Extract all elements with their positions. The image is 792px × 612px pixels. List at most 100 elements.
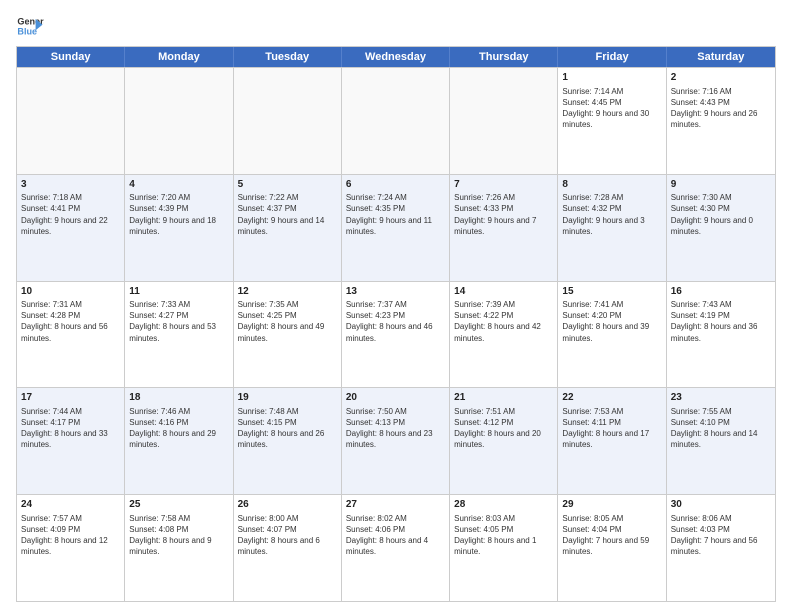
- calendar-row-1: 3Sunrise: 7:18 AM Sunset: 4:41 PM Daylig…: [17, 174, 775, 281]
- calendar-row-0: 1Sunrise: 7:14 AM Sunset: 4:45 PM Daylig…: [17, 67, 775, 174]
- day-cell-7: 7Sunrise: 7:26 AM Sunset: 4:33 PM Daylig…: [450, 175, 558, 281]
- day-cell-10: 10Sunrise: 7:31 AM Sunset: 4:28 PM Dayli…: [17, 282, 125, 388]
- calendar-row-4: 24Sunrise: 7:57 AM Sunset: 4:09 PM Dayli…: [17, 494, 775, 601]
- day-cell-21: 21Sunrise: 7:51 AM Sunset: 4:12 PM Dayli…: [450, 388, 558, 494]
- day-cell-25: 25Sunrise: 7:58 AM Sunset: 4:08 PM Dayli…: [125, 495, 233, 601]
- day-number: 2: [671, 71, 771, 85]
- day-cell-29: 29Sunrise: 8:05 AM Sunset: 4:04 PM Dayli…: [558, 495, 666, 601]
- day-info: Sunrise: 7:58 AM Sunset: 4:08 PM Dayligh…: [129, 513, 228, 558]
- day-number: 3: [21, 178, 120, 192]
- day-info: Sunrise: 7:22 AM Sunset: 4:37 PM Dayligh…: [238, 192, 337, 237]
- calendar: SundayMondayTuesdayWednesdayThursdayFrid…: [16, 46, 776, 602]
- day-info: Sunrise: 7:24 AM Sunset: 4:35 PM Dayligh…: [346, 192, 445, 237]
- header-cell-tuesday: Tuesday: [234, 47, 342, 67]
- day-cell-24: 24Sunrise: 7:57 AM Sunset: 4:09 PM Dayli…: [17, 495, 125, 601]
- day-info: Sunrise: 7:16 AM Sunset: 4:43 PM Dayligh…: [671, 86, 771, 131]
- day-number: 25: [129, 498, 228, 512]
- day-number: 26: [238, 498, 337, 512]
- day-number: 9: [671, 178, 771, 192]
- day-info: Sunrise: 7:57 AM Sunset: 4:09 PM Dayligh…: [21, 513, 120, 558]
- header-cell-friday: Friday: [558, 47, 666, 67]
- day-number: 20: [346, 391, 445, 405]
- day-cell-11: 11Sunrise: 7:33 AM Sunset: 4:27 PM Dayli…: [125, 282, 233, 388]
- day-info: Sunrise: 7:37 AM Sunset: 4:23 PM Dayligh…: [346, 299, 445, 344]
- day-info: Sunrise: 7:53 AM Sunset: 4:11 PM Dayligh…: [562, 406, 661, 451]
- day-info: Sunrise: 8:03 AM Sunset: 4:05 PM Dayligh…: [454, 513, 553, 558]
- header-cell-wednesday: Wednesday: [342, 47, 450, 67]
- day-info: Sunrise: 7:18 AM Sunset: 4:41 PM Dayligh…: [21, 192, 120, 237]
- page: General Blue SundayMondayTuesdayWednesda…: [0, 0, 792, 612]
- calendar-row-2: 10Sunrise: 7:31 AM Sunset: 4:28 PM Dayli…: [17, 281, 775, 388]
- day-info: Sunrise: 7:26 AM Sunset: 4:33 PM Dayligh…: [454, 192, 553, 237]
- day-cell-1: 1Sunrise: 7:14 AM Sunset: 4:45 PM Daylig…: [558, 68, 666, 174]
- empty-cell: [234, 68, 342, 174]
- calendar-body: 1Sunrise: 7:14 AM Sunset: 4:45 PM Daylig…: [17, 67, 775, 601]
- day-cell-8: 8Sunrise: 7:28 AM Sunset: 4:32 PM Daylig…: [558, 175, 666, 281]
- day-number: 16: [671, 285, 771, 299]
- day-cell-14: 14Sunrise: 7:39 AM Sunset: 4:22 PM Dayli…: [450, 282, 558, 388]
- day-cell-9: 9Sunrise: 7:30 AM Sunset: 4:30 PM Daylig…: [667, 175, 775, 281]
- day-number: 18: [129, 391, 228, 405]
- day-info: Sunrise: 8:05 AM Sunset: 4:04 PM Dayligh…: [562, 513, 661, 558]
- day-info: Sunrise: 7:44 AM Sunset: 4:17 PM Dayligh…: [21, 406, 120, 451]
- day-cell-30: 30Sunrise: 8:06 AM Sunset: 4:03 PM Dayli…: [667, 495, 775, 601]
- day-info: Sunrise: 7:50 AM Sunset: 4:13 PM Dayligh…: [346, 406, 445, 451]
- day-cell-15: 15Sunrise: 7:41 AM Sunset: 4:20 PM Dayli…: [558, 282, 666, 388]
- logo-icon: General Blue: [16, 12, 44, 40]
- day-cell-16: 16Sunrise: 7:43 AM Sunset: 4:19 PM Dayli…: [667, 282, 775, 388]
- day-info: Sunrise: 7:33 AM Sunset: 4:27 PM Dayligh…: [129, 299, 228, 344]
- day-number: 12: [238, 285, 337, 299]
- day-cell-22: 22Sunrise: 7:53 AM Sunset: 4:11 PM Dayli…: [558, 388, 666, 494]
- day-info: Sunrise: 7:30 AM Sunset: 4:30 PM Dayligh…: [671, 192, 771, 237]
- header-cell-saturday: Saturday: [667, 47, 775, 67]
- empty-cell: [342, 68, 450, 174]
- day-cell-4: 4Sunrise: 7:20 AM Sunset: 4:39 PM Daylig…: [125, 175, 233, 281]
- day-cell-17: 17Sunrise: 7:44 AM Sunset: 4:17 PM Dayli…: [17, 388, 125, 494]
- day-number: 10: [21, 285, 120, 299]
- day-cell-3: 3Sunrise: 7:18 AM Sunset: 4:41 PM Daylig…: [17, 175, 125, 281]
- day-info: Sunrise: 7:55 AM Sunset: 4:10 PM Dayligh…: [671, 406, 771, 451]
- day-number: 8: [562, 178, 661, 192]
- day-cell-20: 20Sunrise: 7:50 AM Sunset: 4:13 PM Dayli…: [342, 388, 450, 494]
- day-info: Sunrise: 7:20 AM Sunset: 4:39 PM Dayligh…: [129, 192, 228, 237]
- svg-text:Blue: Blue: [17, 26, 37, 36]
- day-number: 29: [562, 498, 661, 512]
- day-cell-13: 13Sunrise: 7:37 AM Sunset: 4:23 PM Dayli…: [342, 282, 450, 388]
- day-number: 11: [129, 285, 228, 299]
- day-info: Sunrise: 7:46 AM Sunset: 4:16 PM Dayligh…: [129, 406, 228, 451]
- day-number: 24: [21, 498, 120, 512]
- day-info: Sunrise: 7:35 AM Sunset: 4:25 PM Dayligh…: [238, 299, 337, 344]
- day-number: 22: [562, 391, 661, 405]
- day-number: 4: [129, 178, 228, 192]
- day-info: Sunrise: 7:39 AM Sunset: 4:22 PM Dayligh…: [454, 299, 553, 344]
- day-info: Sunrise: 7:28 AM Sunset: 4:32 PM Dayligh…: [562, 192, 661, 237]
- day-cell-18: 18Sunrise: 7:46 AM Sunset: 4:16 PM Dayli…: [125, 388, 233, 494]
- header-cell-monday: Monday: [125, 47, 233, 67]
- day-number: 14: [454, 285, 553, 299]
- day-info: Sunrise: 7:51 AM Sunset: 4:12 PM Dayligh…: [454, 406, 553, 451]
- day-number: 21: [454, 391, 553, 405]
- day-number: 28: [454, 498, 553, 512]
- day-number: 19: [238, 391, 337, 405]
- day-info: Sunrise: 7:31 AM Sunset: 4:28 PM Dayligh…: [21, 299, 120, 344]
- day-info: Sunrise: 8:02 AM Sunset: 4:06 PM Dayligh…: [346, 513, 445, 558]
- day-cell-27: 27Sunrise: 8:02 AM Sunset: 4:06 PM Dayli…: [342, 495, 450, 601]
- day-number: 27: [346, 498, 445, 512]
- day-number: 23: [671, 391, 771, 405]
- header-cell-thursday: Thursday: [450, 47, 558, 67]
- day-number: 17: [21, 391, 120, 405]
- day-cell-28: 28Sunrise: 8:03 AM Sunset: 4:05 PM Dayli…: [450, 495, 558, 601]
- day-number: 7: [454, 178, 553, 192]
- day-info: Sunrise: 7:14 AM Sunset: 4:45 PM Dayligh…: [562, 86, 661, 131]
- day-number: 30: [671, 498, 771, 512]
- day-cell-26: 26Sunrise: 8:00 AM Sunset: 4:07 PM Dayli…: [234, 495, 342, 601]
- day-cell-6: 6Sunrise: 7:24 AM Sunset: 4:35 PM Daylig…: [342, 175, 450, 281]
- empty-cell: [17, 68, 125, 174]
- day-info: Sunrise: 7:41 AM Sunset: 4:20 PM Dayligh…: [562, 299, 661, 344]
- day-cell-23: 23Sunrise: 7:55 AM Sunset: 4:10 PM Dayli…: [667, 388, 775, 494]
- day-cell-5: 5Sunrise: 7:22 AM Sunset: 4:37 PM Daylig…: [234, 175, 342, 281]
- empty-cell: [450, 68, 558, 174]
- day-number: 6: [346, 178, 445, 192]
- day-info: Sunrise: 7:43 AM Sunset: 4:19 PM Dayligh…: [671, 299, 771, 344]
- day-cell-12: 12Sunrise: 7:35 AM Sunset: 4:25 PM Dayli…: [234, 282, 342, 388]
